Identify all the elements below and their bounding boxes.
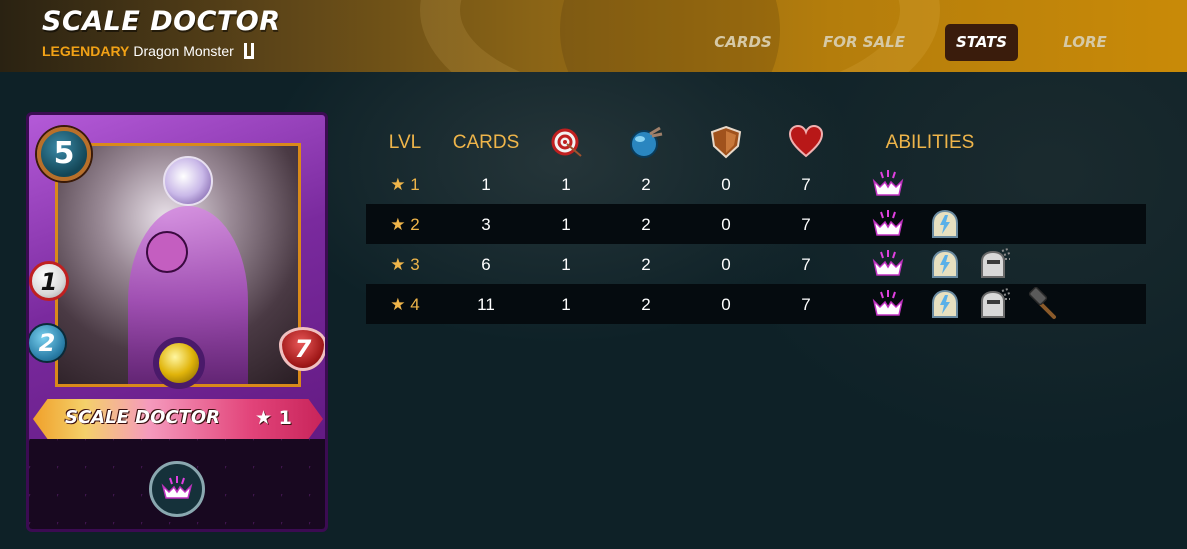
rejuvenate-icon <box>872 250 904 276</box>
header-cards: CARDS <box>452 132 520 153</box>
table-row: ★ 3 6 1 2 0 7 <box>366 244 1146 284</box>
rarity-label: LEGENDARY <box>42 43 130 59</box>
cell-level: ★ 3 <box>390 255 420 274</box>
cell-level: ★ 1 <box>390 175 420 194</box>
tab-lore[interactable]: LORE <box>1048 24 1122 61</box>
cell-cards: 3 <box>481 215 491 234</box>
stats-table: LVL CARDS ABILITIES ★ 1 1 1 2 0 7 ★ 2 3 … <box>366 122 1146 324</box>
cell-health: 7 <box>801 175 811 194</box>
monster-head <box>146 231 188 273</box>
tab-cards[interactable]: CARDS <box>700 24 786 61</box>
rejuvenate-icon <box>872 210 904 236</box>
cell-health: 7 <box>801 255 811 274</box>
cell-speed: 2 <box>641 255 651 274</box>
cell-armor: 0 <box>721 255 731 274</box>
table-row: ★ 1 1 1 2 0 7 <box>366 164 1146 204</box>
card-level: ★ 1 <box>255 407 292 429</box>
cell-health: 7 <box>801 215 811 234</box>
health-icon <box>788 124 824 158</box>
armor-icon <box>710 125 742 159</box>
ranged-attack-icon <box>551 128 582 157</box>
repair-icon <box>981 288 1011 318</box>
table-header: LVL CARDS ABILITIES <box>366 122 1146 164</box>
untamed-edition-icon <box>243 43 254 59</box>
repair-icon <box>981 248 1011 278</box>
cell-level: ★ 2 <box>390 215 420 234</box>
cell-cards: 1 <box>481 175 491 194</box>
shield-ward-icon <box>932 249 958 278</box>
card-subtitle: LEGENDARY Dragon Monster <box>42 43 254 59</box>
tab-stats[interactable]: STATS <box>945 24 1018 61</box>
element-gem <box>153 337 205 389</box>
speed-icon <box>630 126 663 158</box>
rejuvenate-icon <box>872 170 904 196</box>
rejuvenate-icon <box>149 461 205 517</box>
page-header: SCALE DOCTOR LEGENDARY Dragon Monster CA… <box>0 0 1187 72</box>
cell-ranged: 1 <box>561 295 571 314</box>
ranged-attack-badge: 1 <box>29 261 69 301</box>
cell-health: 7 <box>801 295 811 314</box>
health-badge: 7 <box>279 327 325 371</box>
hammer-icon <box>1028 287 1056 319</box>
mana-cost-badge: 5 <box>37 127 91 181</box>
shield-ward-icon <box>932 289 958 318</box>
cell-cards: 6 <box>481 255 491 274</box>
cell-cards: 11 <box>477 295 495 314</box>
page-title: SCALE DOCTOR <box>42 6 281 37</box>
cell-level: ★ 4 <box>390 295 420 314</box>
cell-armor: 0 <box>721 175 731 194</box>
table-row: ★ 4 11 1 2 0 7 <box>366 284 1146 324</box>
cell-ranged: 1 <box>561 215 571 234</box>
cell-speed: 2 <box>641 295 651 314</box>
table-row: ★ 2 3 1 2 0 7 <box>366 204 1146 244</box>
rejuvenate-icon <box>872 290 904 316</box>
card-type-label: Dragon Monster <box>133 43 234 59</box>
cell-ranged: 1 <box>561 175 571 194</box>
potion-orb <box>163 156 213 206</box>
header-abilities: ABILITIES <box>885 132 975 153</box>
tab-for-sale[interactable]: FOR SALE <box>814 24 914 61</box>
header-level: LVL <box>388 132 422 153</box>
cell-ranged: 1 <box>561 255 571 274</box>
cell-armor: 0 <box>721 215 731 234</box>
shield-ward-icon <box>932 209 958 238</box>
card-name: SCALE DOCTOR <box>65 407 221 428</box>
cell-speed: 2 <box>641 215 651 234</box>
speed-badge: 2 <box>29 323 67 363</box>
monster-card-image: 5 1 2 7 SCALE DOCTOR ★ 1 <box>26 112 328 532</box>
cell-speed: 2 <box>641 175 651 194</box>
cell-armor: 0 <box>721 295 731 314</box>
